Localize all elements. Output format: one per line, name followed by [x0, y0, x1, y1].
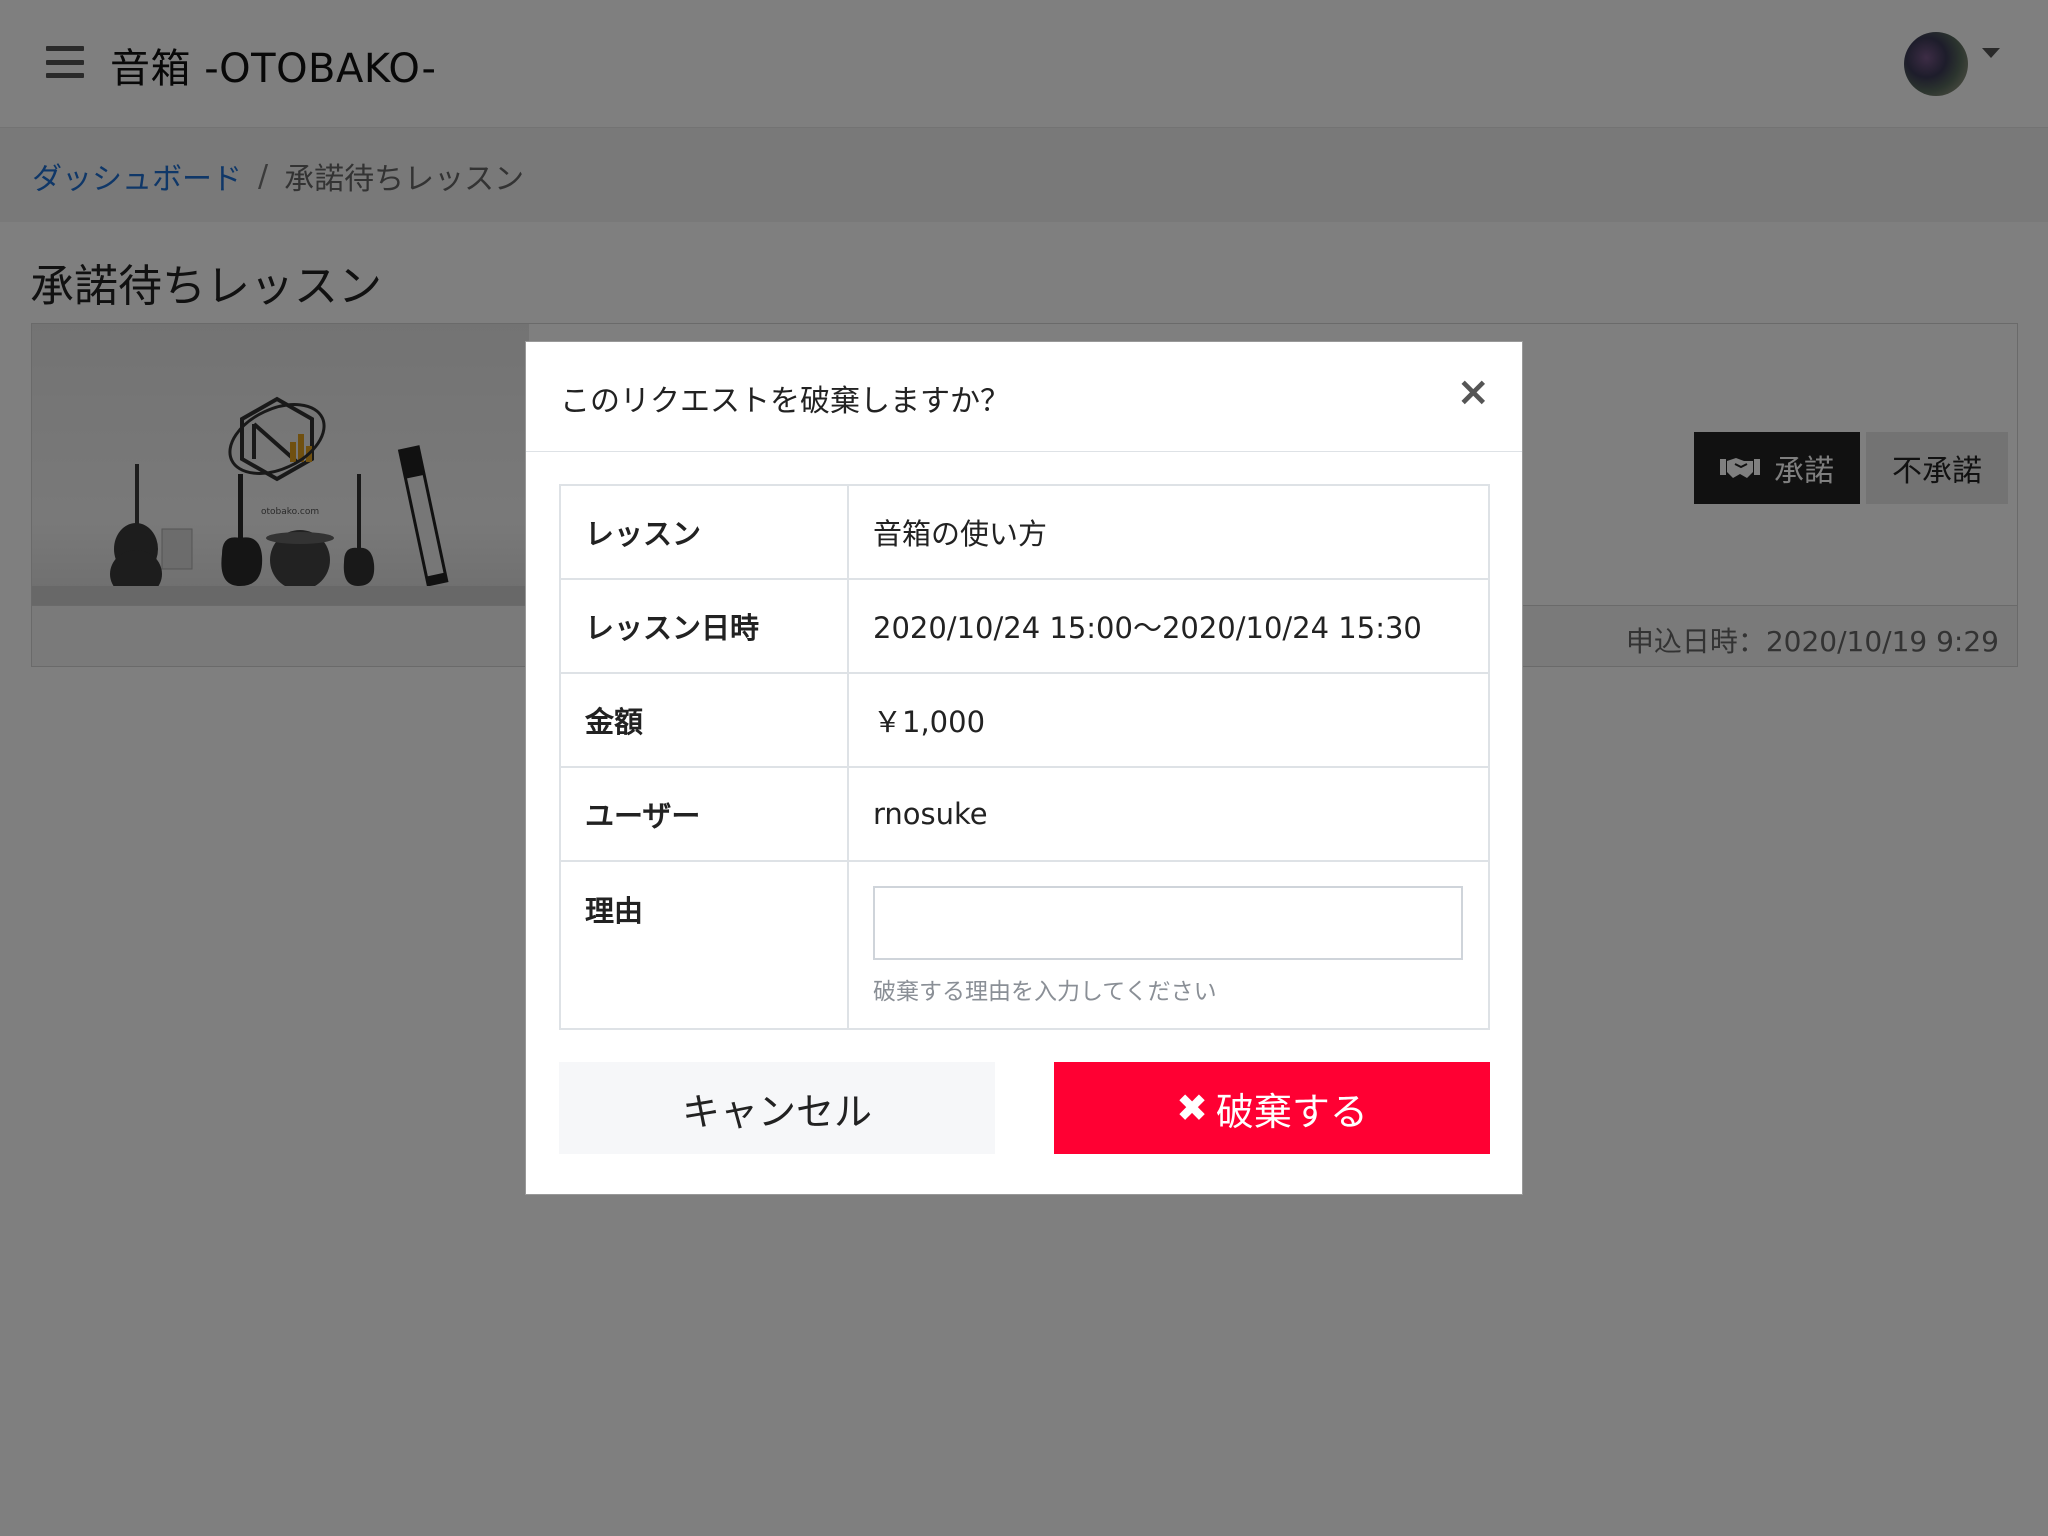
times-icon: ✖: [1176, 1086, 1208, 1130]
discard-button-label: 破棄する: [1215, 1089, 1368, 1134]
row-value-lesson-datetime: 2020/10/24 15:00〜2020/10/24 15:30: [847, 578, 1490, 674]
table-row: レッスン日時 2020/10/24 15:00〜2020/10/24 15:30: [559, 578, 1490, 674]
cancel-button[interactable]: キャンセル: [559, 1062, 995, 1154]
row-value-user: rnosuke: [847, 766, 1490, 862]
table-row: 理由 破棄する理由を入力してください: [559, 860, 1490, 1030]
table-row: ユーザー rnosuke: [559, 766, 1490, 862]
reason-cell: 破棄する理由を入力してください: [847, 860, 1490, 1030]
reason-input[interactable]: [873, 886, 1463, 960]
row-label-lesson-datetime: レッスン日時: [559, 578, 849, 674]
modal-header: このリクエストを破棄しますか？ ×: [526, 342, 1522, 452]
discard-button[interactable]: ✖ 破棄する: [1054, 1062, 1490, 1154]
row-label-reason: 理由: [559, 860, 849, 1030]
discard-request-modal: このリクエストを破棄しますか？ × レッスン 音箱の使い方 レッスン日時 202…: [525, 341, 1523, 1195]
row-label-lesson: レッスン: [559, 484, 849, 580]
row-label-user: ユーザー: [559, 766, 849, 862]
request-detail-table: レッスン 音箱の使い方 レッスン日時 2020/10/24 15:00〜2020…: [559, 484, 1490, 1030]
row-value-lesson: 音箱の使い方: [847, 484, 1490, 580]
table-row: 金額 ￥1,000: [559, 672, 1490, 768]
close-icon[interactable]: ×: [1456, 372, 1490, 412]
table-row: レッスン 音箱の使い方: [559, 484, 1490, 580]
row-value-price: ￥1,000: [847, 672, 1490, 768]
modal-title: このリクエストを破棄しますか？: [560, 384, 1010, 419]
row-label-price: 金額: [559, 672, 849, 768]
reason-hint-text: 破棄する理由を入力してください: [873, 979, 1217, 1005]
cancel-button-label: キャンセル: [681, 1089, 872, 1134]
